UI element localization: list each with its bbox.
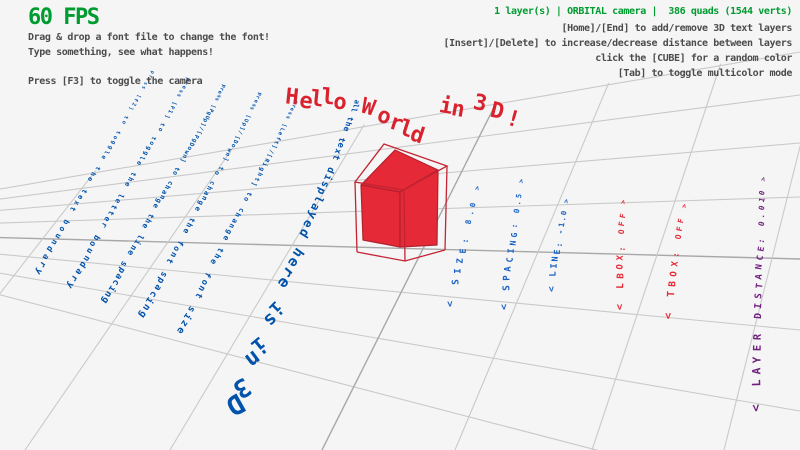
hint-add-remove-layers: [Home]/[End] to add/remove 3D text layer… <box>562 24 792 34</box>
hint-cube-color: click the [CUBE] for a random color <box>595 54 792 64</box>
hint-toggle-camera: Press [F3] to toggle the camera <box>28 77 202 87</box>
hint-layer-distance: [Insert]/[Delete] to increase/decrease d… <box>444 39 792 49</box>
fps-counter: 60 FPS <box>28 7 98 29</box>
hint-multicolor-mode: [Tab] to toggle multicolor mode <box>618 69 792 79</box>
3d-text-demo-viewport[interactable]: allthetextdisplayedhereisin3Dpress[Left]… <box>0 0 800 450</box>
hint-drag-drop: Drag & drop a font file to change the fo… <box>28 33 270 43</box>
render-status: 1 layer(s) | ORBITAL camera | 386 quads … <box>494 7 792 17</box>
hint-type-something: Type something, see what happens! <box>28 48 213 58</box>
